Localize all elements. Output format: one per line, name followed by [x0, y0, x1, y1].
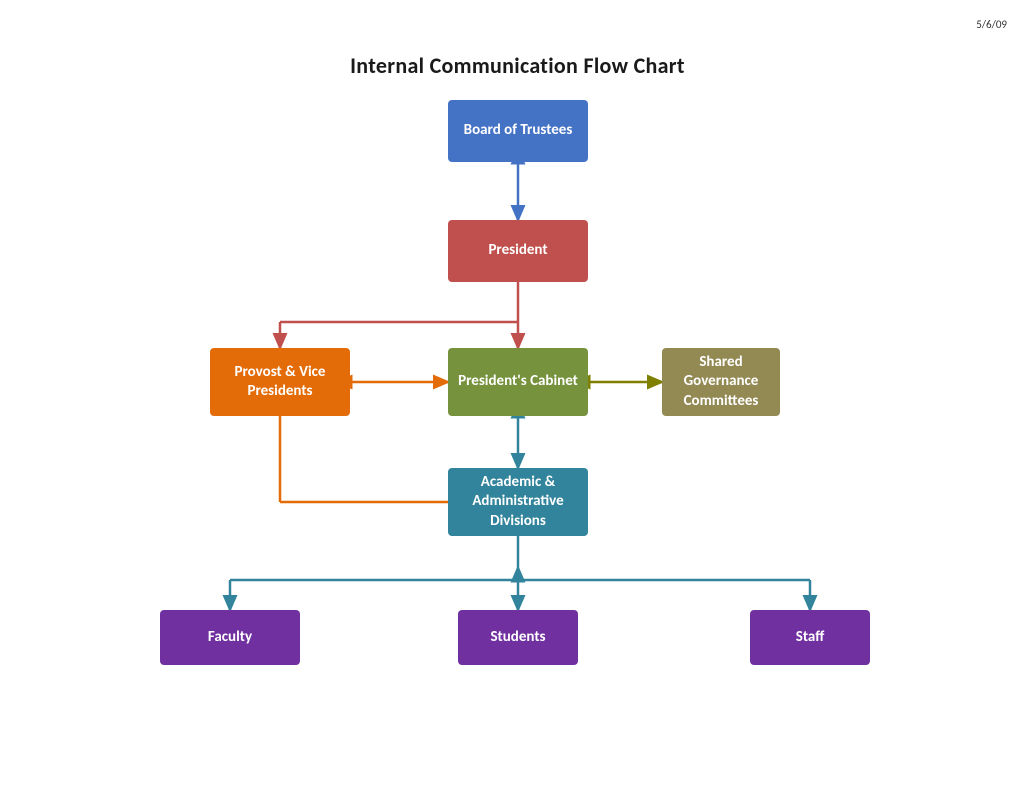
- provost-box: Provost & Vice Presidents: [210, 348, 350, 416]
- students-box: Students: [458, 610, 578, 665]
- org-chart: Board of Trustees President Provost & Vi…: [0, 90, 1035, 800]
- trustees-box: Board of Trustees: [448, 100, 588, 162]
- academic-label: Academic & Administrative Divisions: [458, 473, 578, 532]
- president-label: President: [488, 241, 547, 261]
- shared-label: Shared Governance Committees: [672, 353, 770, 412]
- provost-label: Provost & Vice Presidents: [220, 363, 340, 402]
- trustees-label: Board of Trustees: [464, 121, 573, 141]
- chart-title: Internal Communication Flow Chart: [0, 52, 1035, 79]
- cabinet-box: President's Cabinet: [448, 348, 588, 416]
- staff-label: Staff: [796, 628, 824, 648]
- date-label: 5/6/09: [976, 18, 1007, 31]
- shared-box: Shared Governance Committees: [662, 348, 780, 416]
- faculty-label: Faculty: [208, 628, 252, 648]
- president-box: President: [448, 220, 588, 282]
- arrows-svg: [0, 90, 1035, 800]
- cabinet-label: President's Cabinet: [458, 372, 578, 392]
- students-label: Students: [490, 628, 545, 648]
- academic-box: Academic & Administrative Divisions: [448, 468, 588, 536]
- faculty-box: Faculty: [160, 610, 300, 665]
- staff-box: Staff: [750, 610, 870, 665]
